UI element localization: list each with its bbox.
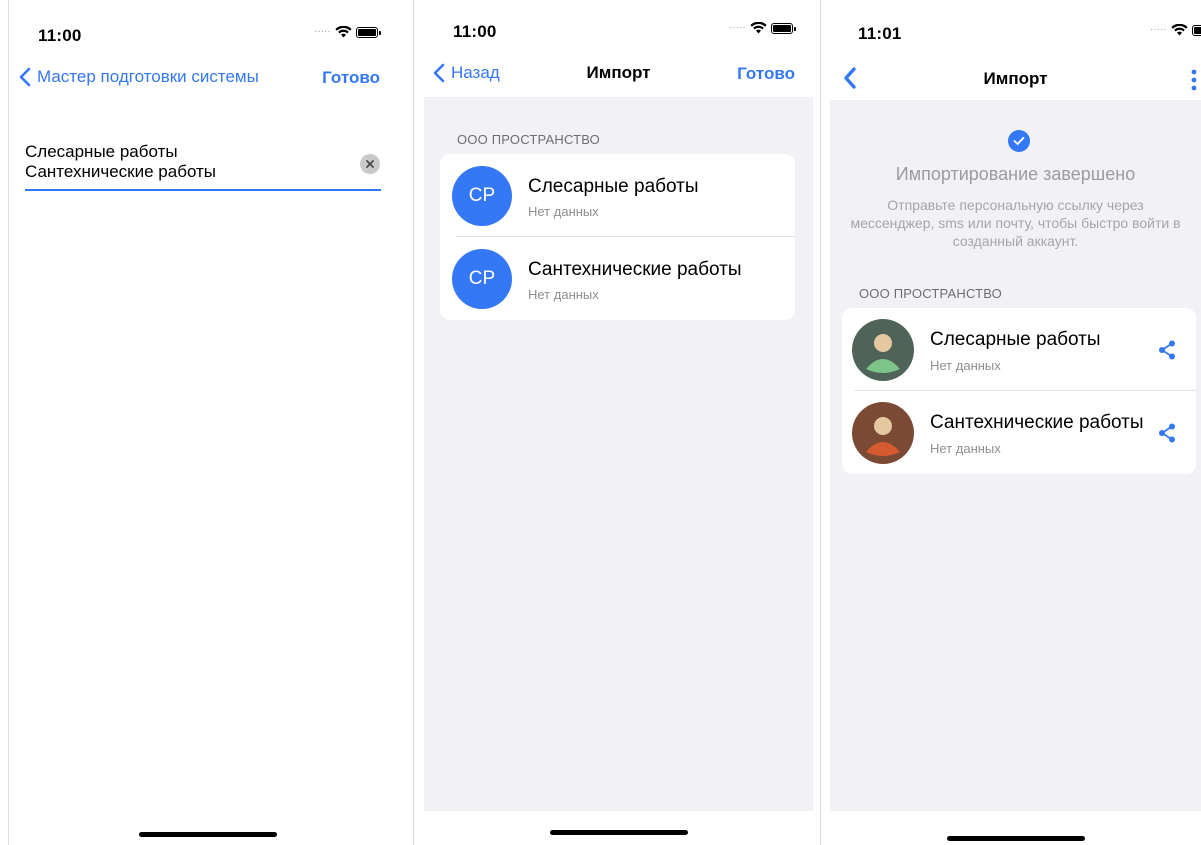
text-line: Слесарные работы [25,142,178,161]
status-icons: ····· [1150,24,1201,36]
home-bar [9,811,406,845]
wifi-icon [1171,24,1188,36]
wifi-icon [335,26,352,38]
item-title: Слесарные работы [930,329,1101,350]
list-item[interactable]: Сантехнические работы Нет данных [842,391,1196,474]
battery-icon [355,26,381,38]
avatar: СР [452,166,512,226]
item-subtitle: Нет данных [930,358,1001,373]
done-button[interactable]: Готово [737,64,795,84]
signal-dots-icon: ····· [314,26,331,37]
nav-bar: Импорт [830,54,1201,98]
battery-icon [1191,24,1201,36]
share-icon[interactable] [1156,422,1178,444]
home-indicator[interactable] [549,830,688,835]
list-item[interactable]: СР Слесарные работы Нет данных [440,154,795,237]
avatar [852,402,914,464]
check-circle-icon [1008,130,1030,152]
done-button[interactable]: Готово [322,68,380,88]
screen-system-wizard: 11:00 ····· Мастер подготовки системы Го… [8,0,406,845]
item-title: Слесарные работы [528,176,699,197]
status-bar: 11:00 ····· [424,0,813,48]
screen-divider [413,0,414,845]
status-time: 11:00 [453,22,497,41]
wifi-icon [750,22,767,34]
item-subtitle: Нет данных [528,287,599,302]
screen-divider [820,0,821,845]
item-title: Сантехнические работы [930,412,1144,433]
screen-import-list: 11:00 ····· Назад Импорт Готово ООО ПРОС… [424,0,813,845]
back-label: Мастер подготовки системы [37,67,259,86]
page-title: Импорт [983,69,1048,88]
import-complete-description: Отправьте персональную ссылку через месс… [850,197,1181,249]
text-line: Сантехнические работы [25,162,217,181]
avatar [852,319,914,381]
status-time: 11:01 [858,24,902,43]
home-bar [830,811,1201,845]
contacts-card: СР Слесарные работы Нет данных СР Сантех… [440,154,795,320]
home-indicator[interactable] [946,836,1085,841]
share-icon[interactable] [1156,339,1178,361]
signal-dots-icon: ····· [729,22,746,33]
status-bar: 11:01 ····· [830,0,1201,48]
avatar: СР [452,249,512,309]
signal-dots-icon: ····· [1150,24,1167,35]
list-item[interactable]: Слесарные работы Нет данных [842,308,1196,391]
home-bar [424,811,813,845]
item-title: Сантехнические работы [528,259,742,280]
chevron-left-icon [19,67,31,87]
clear-text-button[interactable] [360,154,380,174]
screen-import-done: 11:01 ····· Импорт Импортирование заверш… [830,0,1201,845]
battery-icon [770,22,796,34]
section-header: ООО ПРОСТРАНСТВО [457,132,600,147]
section-header: ООО ПРОСТРАНСТВО [859,286,1002,301]
import-complete-title: Импортирование завершено [895,164,1136,184]
status-time: 11:00 [38,26,82,45]
close-icon [366,160,374,168]
work-types-textarea[interactable]: Слесарные работы Сантехнические работы [25,142,381,182]
text-field-underline [25,189,381,191]
nav-bar: Мастер подготовки системы Готово [9,54,406,98]
list-item[interactable]: СР Сантехнические работы Нет данных [440,237,795,320]
home-indicator[interactable] [138,832,277,837]
back-button[interactable]: Мастер подготовки системы [19,67,259,87]
status-bar: 11:00 ····· [9,0,406,48]
status-icons: ····· [314,26,381,38]
contacts-card: Слесарные работы Нет данных Сантехническ… [842,308,1196,474]
nav-bar: Назад Импорт Готово [424,50,813,94]
item-subtitle: Нет данных [528,204,599,219]
more-vertical-icon[interactable] [1191,69,1197,91]
status-icons: ····· [729,22,796,34]
item-subtitle: Нет данных [930,441,1001,456]
